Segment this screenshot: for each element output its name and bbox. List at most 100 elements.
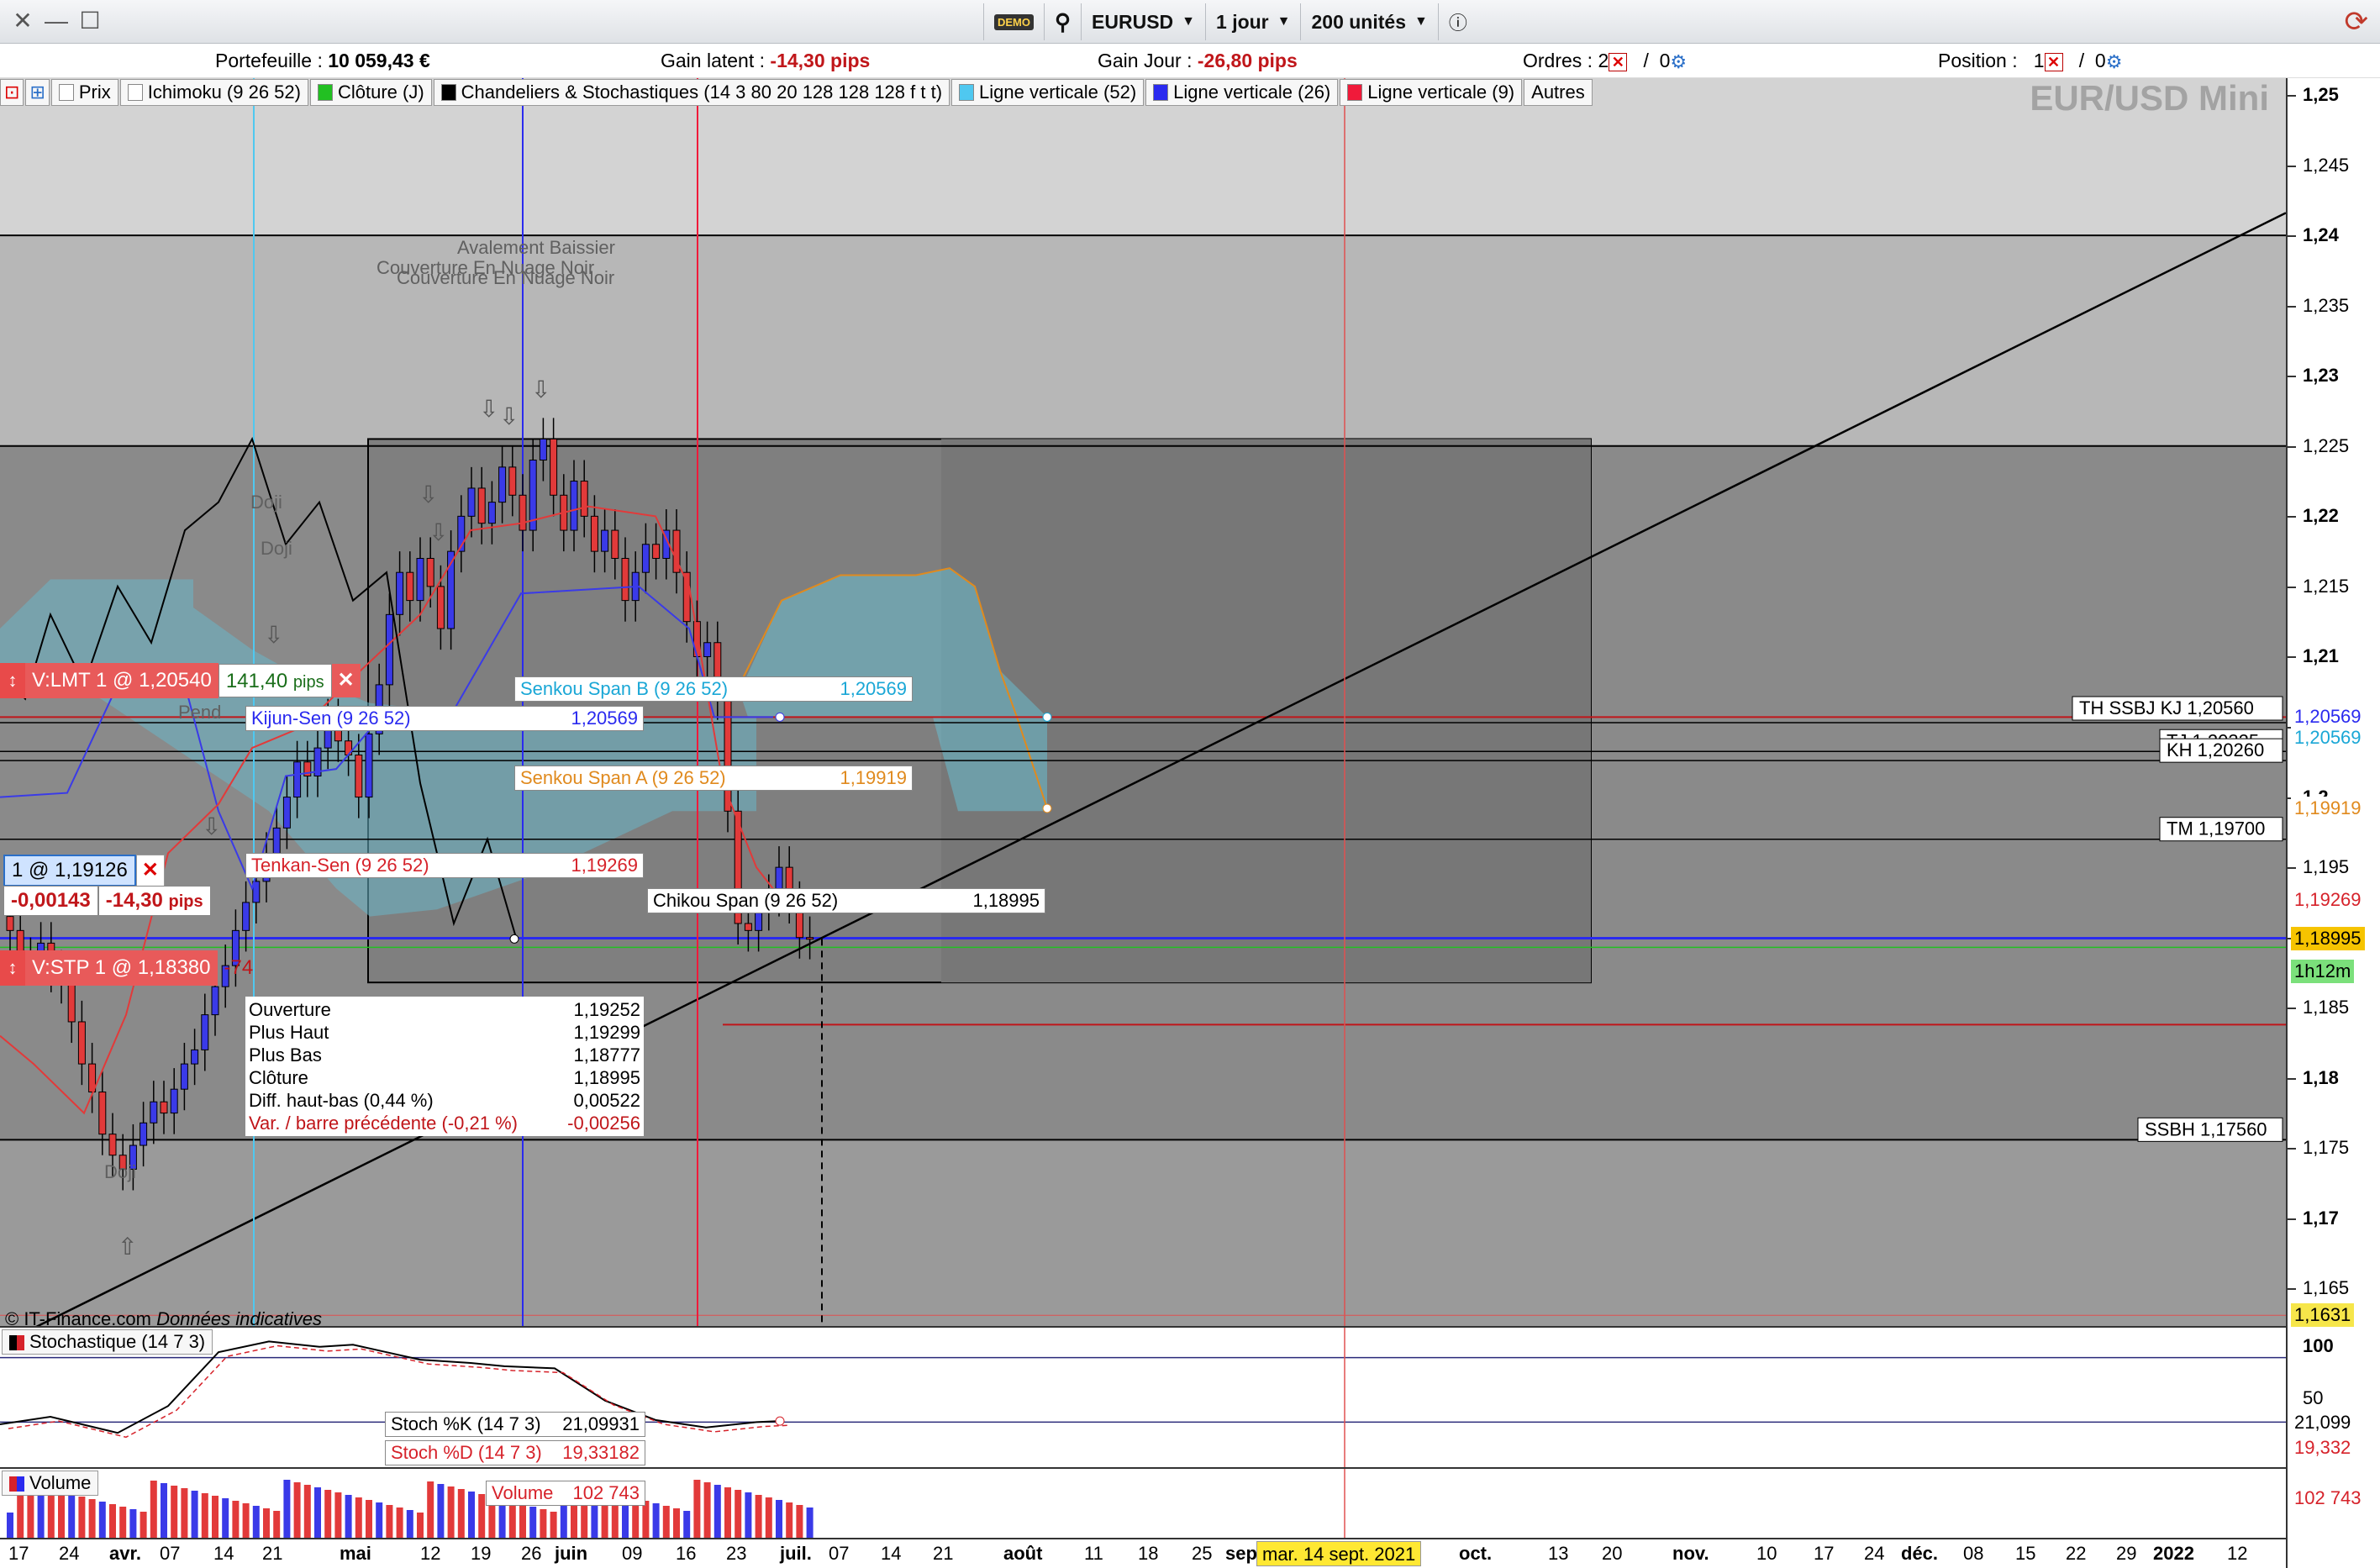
volume-bar (529, 1507, 537, 1538)
gear-icon[interactable]: ⚙ (2106, 51, 2123, 72)
restart-icon[interactable]: ⟳ (2345, 5, 2369, 39)
volume-bar (457, 1489, 465, 1538)
price-tick-mark (2288, 165, 2296, 167)
legend-item-3[interactable]: Chandeliers & Stochastiques (14 3 80 20 … (433, 79, 950, 106)
candle (703, 642, 712, 657)
expand-icon[interactable]: ⊞ (25, 79, 50, 106)
legend-item-0[interactable]: Prix (50, 79, 118, 106)
candle (170, 1088, 178, 1114)
timeframe-selector[interactable]: 1 jour ▼ (1205, 3, 1300, 40)
pin-icon[interactable]: ⚲ (1044, 3, 1081, 40)
legend-item-2[interactable]: Clôture (J) (309, 79, 432, 106)
arrow-down-icon: ⇩ (202, 813, 221, 839)
volume-axis-value: 102 743 (2291, 1486, 2365, 1510)
volume-bar (171, 1486, 178, 1538)
position-label: 1 @ 1,19126 (3, 855, 136, 887)
price-tick-label: 1,18 (2303, 1066, 2339, 1088)
symbol-selector[interactable]: EURUSD ▼ (1081, 3, 1205, 40)
limit-order-tag[interactable]: ↕ V:LMT 1 @ 1,20540 141,40 pips ✕ (0, 663, 361, 698)
info-icon[interactable]: ⓘ (1437, 3, 1477, 40)
volume-bar (806, 1507, 814, 1538)
cursor-date-tag: mar. 14 sept. 2021 (1256, 1541, 1422, 1566)
pattern-label: Doji (104, 1161, 136, 1182)
close-icon[interactable]: ✕ (8, 5, 37, 37)
legend-item-4[interactable]: Ligne verticale (52) (951, 79, 1145, 106)
time-tick-label: 26 (521, 1543, 542, 1564)
candle (487, 502, 496, 524)
volume-bar (140, 1512, 147, 1538)
time-tick-label: 23 (726, 1543, 747, 1564)
chevron-down-icon: ▼ (1277, 14, 1291, 29)
candle (570, 481, 578, 531)
level-label-text: KH 1,20260 (2167, 739, 2264, 760)
level-label: KH 1,20260 (2159, 738, 2283, 763)
volume-bar (417, 1513, 424, 1538)
senkou-span-a-label: Senkou Span A (9 26 52) 1,19919 (514, 766, 913, 791)
time-tick-label: 19 (471, 1543, 492, 1564)
indicator-legend: ⊡ ⊞ Prix Ichimoku (9 26 52) Clôture (J) Cha… (0, 78, 1594, 107)
gear-icon[interactable]: ⚙ (1670, 51, 1687, 72)
legend-item-1[interactable]: Ichimoku (9 26 52) (119, 79, 308, 106)
close-position-icon[interactable]: ✕ (2044, 52, 2063, 71)
stochastic-title[interactable]: Stochastique (14 7 3) (2, 1329, 213, 1355)
candle (590, 515, 598, 552)
position-pips: -14,30 pips (97, 886, 211, 916)
chikou-span-label: Chikou Span (9 26 52) 1,18995 (647, 888, 1045, 913)
maximize-icon[interactable]: ☐ (76, 5, 104, 37)
time-axis[interactable]: 17 24 avr. 07 14 21 mai 12 19 26 juin 09 16 23 juil. 07… (0, 1538, 2286, 1568)
price-axis-tag: 1h12m (2291, 959, 2355, 983)
legend-item-5[interactable]: Ligne verticale (26) (1145, 79, 1339, 106)
arrow-up-icon: ⇧ (118, 1234, 137, 1260)
stop-order-gain: -74 (224, 956, 254, 979)
volume-bar (652, 1503, 660, 1538)
price-chart[interactable]: TH SSBJ KJ 1,20560TJ 1,20325KH 1,20260TM… (0, 78, 2286, 1326)
candle (282, 797, 291, 829)
candle (191, 1049, 199, 1065)
close-position-button[interactable]: ✕ (135, 855, 165, 887)
arrow-down-icon: ⇩ (499, 403, 519, 429)
volume-label: Volume 102 743 (486, 1481, 645, 1506)
stop-order-tag[interactable]: ↕ V:STP 1 @ 1,18380 -74 (0, 950, 260, 986)
stochastic-panel[interactable]: Stochastique (14 7 3) Stoch %K (14 7 3) 2… (0, 1326, 2286, 1467)
time-tick-label: 07 (829, 1543, 850, 1564)
price-tick-label: 1,195 (2303, 856, 2350, 878)
minimize-icon[interactable]: — (42, 5, 71, 37)
price-tick-mark (2288, 376, 2296, 378)
volume-bar (161, 1483, 167, 1538)
candle (6, 916, 14, 931)
legend-item-7[interactable]: Autres (1524, 79, 1593, 106)
price-axis-tag: 1,19269 (2291, 887, 2365, 912)
collapse-icon[interactable]: ⊡ (0, 79, 24, 106)
time-tick-label: 2022 (2153, 1543, 2194, 1564)
legend-label: Chandeliers & Stochastiques (14 3 80 20 … (461, 82, 943, 103)
price-tick-label: 1,225 (2303, 434, 2350, 456)
volume-bar (355, 1497, 362, 1538)
legend-item-6[interactable]: Ligne verticale (9) (1340, 79, 1523, 106)
price-axis-tag: 1,19919 (2291, 797, 2365, 821)
candle (611, 529, 619, 559)
price-chart-svg: TH SSBJ KJ 1,20560TJ 1,20325KH 1,20260TM… (0, 78, 2286, 1326)
volume-bar (366, 1500, 372, 1538)
cancel-orders-icon[interactable]: ✕ (1609, 52, 1628, 71)
time-tick-label: 20 (1602, 1543, 1623, 1564)
volume-bar (263, 1508, 270, 1538)
portfolio-info: Portefeuille : 10 059,43 € (215, 50, 430, 71)
volume-panel[interactable]: Volume Volume 102 743 (0, 1467, 2286, 1538)
price-tick-label: 1,245 (2303, 154, 2350, 176)
candle (77, 1021, 86, 1065)
volume-svg (7, 1469, 1345, 1538)
drag-handle-icon[interactable]: ↕ (0, 950, 25, 986)
candle (150, 1101, 158, 1123)
position-tag[interactable]: 1 @ 1,19126 ✕ (3, 853, 165, 888)
ssb-endpoint (1042, 712, 1052, 722)
drag-handle-icon[interactable]: ↕ (0, 663, 25, 698)
units-selector[interactable]: 200 unités ▼ (1300, 3, 1437, 40)
price-tick-label: 1,23 (2303, 365, 2339, 387)
volume-bar (447, 1486, 455, 1538)
cancel-limit-order-button[interactable]: ✕ (331, 664, 361, 697)
price-axis[interactable]: 1,25 1,245 1,24 1,235 1,23 1,225 1,22 1,215 1,21… (2286, 78, 2380, 1568)
volume-title[interactable]: Volume (2, 1471, 99, 1496)
volume-bar (129, 1509, 137, 1538)
candle (436, 586, 445, 629)
candle (211, 986, 219, 1016)
